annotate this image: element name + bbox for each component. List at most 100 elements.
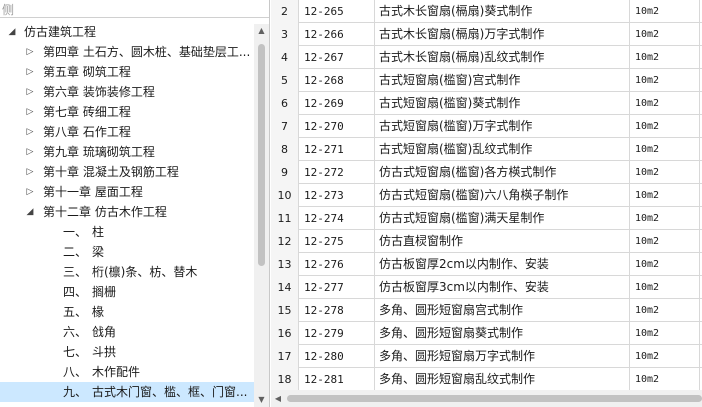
quota-name-cell[interactable]: 多角、圆形短窗扇万字式制作: [375, 345, 630, 368]
quota-name-cell[interactable]: 仿古直棂窗制作: [375, 230, 630, 253]
tree-section-node[interactable]: 二、梁: [0, 242, 254, 262]
table-row[interactable]: 5 12-268 古式短窗扇(槛窗)宫式制作 10m2: [271, 69, 702, 92]
quota-name-cell[interactable]: 古式木长窗扇(槅扇)乱纹式制作: [375, 46, 630, 69]
quota-code-cell[interactable]: 12-276: [299, 253, 375, 276]
quota-code-cell[interactable]: 12-274: [299, 207, 375, 230]
quota-code-cell[interactable]: 12-267: [299, 46, 375, 69]
row-number-cell[interactable]: 18: [271, 368, 299, 391]
quota-unit-cell[interactable]: 10m2: [630, 207, 700, 230]
row-number-cell[interactable]: 7: [271, 115, 299, 138]
quota-name-cell[interactable]: 古式短窗扇(槛窗)葵式制作: [375, 92, 630, 115]
quota-name-cell[interactable]: 仿古式短窗扇(槛窗)满天星制作: [375, 207, 630, 230]
tree-chapter-node[interactable]: ▷ 第七章 砖细工程: [0, 102, 254, 122]
chevron-right-icon[interactable]: ▷: [24, 42, 36, 62]
row-number-cell[interactable]: 13: [271, 253, 299, 276]
row-number-cell[interactable]: 10: [271, 184, 299, 207]
row-number-cell[interactable]: 15: [271, 299, 299, 322]
table-row[interactable]: 7 12-270 古式短窗扇(槛窗)万字式制作 10m2: [271, 115, 702, 138]
tree-chapter-node[interactable]: ▷ 第八章 石作工程: [0, 122, 254, 142]
quota-name-cell[interactable]: 仿古式短窗扇(槛窗)六八角楧子制作: [375, 184, 630, 207]
quota-code-cell[interactable]: 12-277: [299, 276, 375, 299]
table-row[interactable]: 6 12-269 古式短窗扇(槛窗)葵式制作 10m2: [271, 92, 702, 115]
quota-name-cell[interactable]: 多角、圆形短窗扇乱纹式制作: [375, 368, 630, 391]
scroll-down-arrow-icon[interactable]: ▼: [254, 393, 269, 407]
chevron-right-icon[interactable]: ▷: [24, 182, 36, 202]
table-row[interactable]: 18 12-281 多角、圆形短窗扇乱纹式制作 10m2: [271, 368, 702, 391]
tree-section-node[interactable]: 六、 戗角: [0, 322, 254, 342]
chevron-down-icon[interactable]: ◢: [24, 202, 36, 222]
quota-unit-cell[interactable]: 10m2: [630, 368, 700, 391]
quota-code-cell[interactable]: 12-269: [299, 92, 375, 115]
table-row[interactable]: 11 12-274 仿古式短窗扇(槛窗)满天星制作 10m2: [271, 207, 702, 230]
tree-section-node[interactable]: 七、 斗拱: [0, 342, 254, 362]
table-row[interactable]: 17 12-280 多角、圆形短窗扇万字式制作 10m2: [271, 345, 702, 368]
quota-name-cell[interactable]: 古式短窗扇(槛窗)万字式制作: [375, 115, 630, 138]
quota-name-cell[interactable]: 古式木长窗扇(槅扇)葵式制作: [375, 0, 630, 23]
quota-unit-cell[interactable]: 10m2: [630, 345, 700, 368]
tree-root[interactable]: ◢ 仿古建筑工程: [0, 22, 254, 42]
table-row[interactable]: 13 12-276 仿古板窗厚2cm以内制作、安装 10m2: [271, 253, 702, 276]
tree-scrollbar-thumb[interactable]: [258, 44, 265, 266]
row-number-cell[interactable]: 2: [271, 0, 299, 23]
tree-chapter-node[interactable]: ▷ 第五章 砌筑工程: [0, 62, 254, 82]
tree-section-node[interactable]: 四、 搁栅: [0, 282, 254, 302]
row-number-cell[interactable]: 9: [271, 161, 299, 184]
grid-scrollbar-thumb[interactable]: [287, 395, 702, 402]
tree-vertical-scrollbar[interactable]: ▲ ▼: [254, 24, 269, 407]
row-number-cell[interactable]: 4: [271, 46, 299, 69]
quota-unit-cell[interactable]: 10m2: [630, 184, 700, 207]
quota-unit-cell[interactable]: 10m2: [630, 23, 700, 46]
chevron-right-icon[interactable]: ▷: [24, 162, 36, 182]
row-number-cell[interactable]: 8: [271, 138, 299, 161]
chevron-right-icon[interactable]: ▷: [24, 142, 36, 162]
tree-search-input[interactable]: 侧: [0, 0, 269, 18]
quota-code-cell[interactable]: 12-281: [299, 368, 375, 391]
table-row[interactable]: 10 12-273 仿古式短窗扇(槛窗)六八角楧子制作 10m2: [271, 184, 702, 207]
quota-unit-cell[interactable]: 10m2: [630, 0, 700, 23]
tree-chapter-node[interactable]: ▷ 第六章 装饰装修工程: [0, 82, 254, 102]
tree-section-node[interactable]: 五、椽: [0, 302, 254, 322]
tree-chapter-node[interactable]: ▷ 第十一章 屋面工程: [0, 182, 254, 202]
row-number-cell[interactable]: 6: [271, 92, 299, 115]
quota-code-cell[interactable]: 12-270: [299, 115, 375, 138]
quota-name-cell[interactable]: 多角、圆形短窗扇葵式制作: [375, 322, 630, 345]
quota-unit-cell[interactable]: 10m2: [630, 115, 700, 138]
quota-name-cell[interactable]: 仿古板窗厚3cm以内制作、安装: [375, 276, 630, 299]
tree-chapter-node[interactable]: ▷ 第九章 琉璃砌筑工程: [0, 142, 254, 162]
chevron-right-icon[interactable]: ▷: [24, 102, 36, 122]
quota-code-cell[interactable]: 12-272: [299, 161, 375, 184]
quota-unit-cell[interactable]: 10m2: [630, 92, 700, 115]
quota-code-cell[interactable]: 12-279: [299, 322, 375, 345]
tree-section-node[interactable]: 九、 古式木门窗、槛、框、门窗...: [0, 382, 254, 402]
row-number-cell[interactable]: 5: [271, 69, 299, 92]
row-number-cell[interactable]: 17: [271, 345, 299, 368]
quota-code-cell[interactable]: 12-268: [299, 69, 375, 92]
tree-chapter-node[interactable]: ▷ 第四章 土石方、圆木桩、基础垫层工...: [0, 42, 254, 62]
row-number-cell[interactable]: 14: [271, 276, 299, 299]
quota-unit-cell[interactable]: 10m2: [630, 69, 700, 92]
quota-unit-cell[interactable]: 10m2: [630, 161, 700, 184]
chevron-right-icon[interactable]: ▷: [24, 62, 36, 82]
table-row[interactable]: 14 12-277 仿古板窗厚3cm以内制作、安装 10m2: [271, 276, 702, 299]
chevron-right-icon[interactable]: ▷: [24, 122, 36, 142]
quota-unit-cell[interactable]: 10m2: [630, 138, 700, 161]
quota-code-cell[interactable]: 12-275: [299, 230, 375, 253]
grid-horizontal-scrollbar[interactable]: ◀: [271, 390, 702, 407]
quota-name-cell[interactable]: 古式短窗扇(槛窗)乱纹式制作: [375, 138, 630, 161]
quota-unit-cell[interactable]: 10m2: [630, 276, 700, 299]
quota-code-cell[interactable]: 12-265: [299, 0, 375, 23]
tree-chapter-node[interactable]: ◢ 第十二章 仿古木作工程: [0, 202, 254, 222]
chevron-down-icon[interactable]: ◢: [6, 22, 18, 42]
quota-name-cell[interactable]: 古式短窗扇(槛窗)宫式制作: [375, 69, 630, 92]
tree-section-node[interactable]: 三、 桁(檩)条、枋、替木: [0, 262, 254, 282]
table-row[interactable]: 8 12-271 古式短窗扇(槛窗)乱纹式制作 10m2: [271, 138, 702, 161]
table-row[interactable]: 9 12-272 仿古式短窗扇(槛窗)各方楧式制作 10m2: [271, 161, 702, 184]
row-number-cell[interactable]: 11: [271, 207, 299, 230]
table-row[interactable]: 3 12-266 古式木长窗扇(槅扇)万字式制作 10m2: [271, 23, 702, 46]
table-row[interactable]: 4 12-267 古式木长窗扇(槅扇)乱纹式制作 10m2: [271, 46, 702, 69]
table-row[interactable]: 15 12-278 多角、圆形短窗扇宫式制作 10m2: [271, 299, 702, 322]
row-number-cell[interactable]: 12: [271, 230, 299, 253]
scroll-left-arrow-icon[interactable]: ◀: [271, 390, 285, 407]
table-row[interactable]: 2 12-265 古式木长窗扇(槅扇)葵式制作 10m2: [271, 0, 702, 23]
tree-section-node[interactable]: 一、柱: [0, 222, 254, 242]
